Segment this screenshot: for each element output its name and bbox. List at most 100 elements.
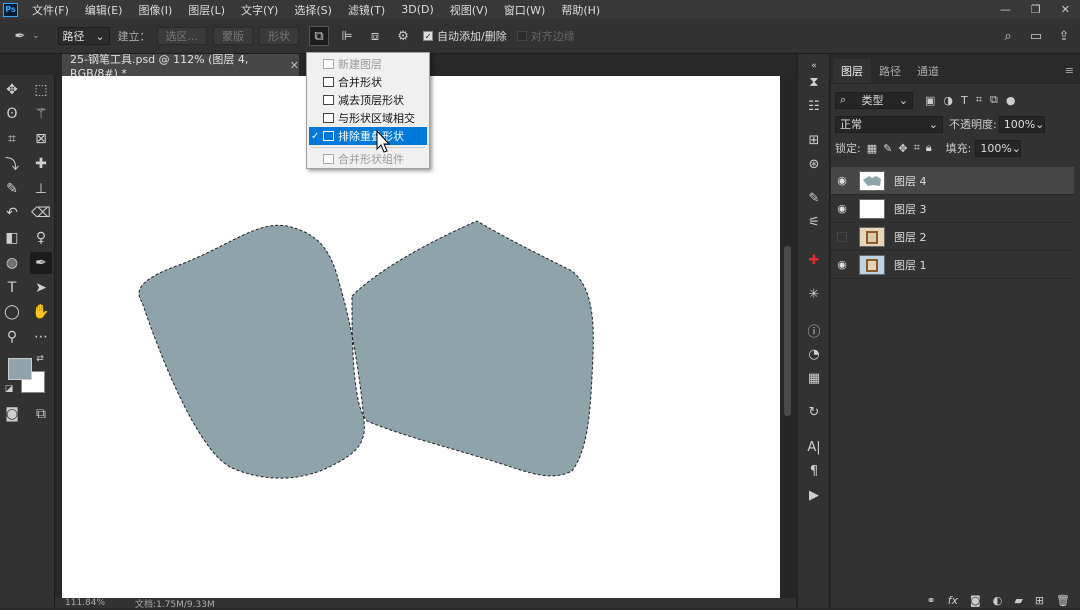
menu-item-intersect-shape-areas[interactable]: 与形状区域相交 [307,109,429,127]
menu-item-merge-shape-components[interactable]: 合并形状组件 [307,150,429,168]
eraser-tool-icon[interactable]: ⌫ [30,202,52,224]
more-tools-icon[interactable]: ⋯ [30,326,52,348]
document-tab[interactable]: 25-钢笔工具.psd @ 112% (图层 4, RGB/8#) * ✕ [62,53,299,80]
hand-tool-icon[interactable]: ✋ [30,301,52,323]
swatches-panel-icon[interactable]: ▦ [803,368,825,388]
lock-artboard-icon[interactable]: ⌗ [914,141,920,155]
menu-item-combine-shapes[interactable]: 合并形状 [307,73,429,91]
chevron-down-icon[interactable]: ⌄ [32,31,40,41]
eye-icon[interactable]: ◉ [831,202,853,215]
color-panel-icon[interactable]: ◔ [803,344,825,364]
brush-panel-icon[interactable]: ✎ [803,188,825,208]
restore-icon[interactable]: ❐ [1031,3,1041,16]
zoom-level[interactable]: 111.84% [65,598,105,608]
move-tool-icon[interactable]: ✥ [1,79,23,101]
default-colors-icon[interactable]: ◪ [3,383,15,395]
opacity-input[interactable]: 100% ⌄ [998,115,1045,133]
workspace-icon[interactable]: ▭ [1026,26,1046,46]
crop-tool-icon[interactable]: ⌗ [1,128,23,150]
healing-brush-tool-icon[interactable]: ✚ [30,153,52,175]
eyedropper-tool-icon[interactable]: ⤵ [1,153,23,175]
menu-layer[interactable]: 图层(L) [180,2,233,18]
shape-filter-icon[interactable]: ⌗ [976,93,982,107]
ellipse-tool-icon[interactable]: ◯ [1,301,23,323]
zoom-tool-icon[interactable]: ⚲ [1,326,23,348]
quick-mask-icon[interactable]: ◙ [1,403,23,425]
smart-object-filter-icon[interactable]: ⧉ [990,93,998,107]
adjustments-panel-icon[interactable]: ⊞ [803,130,825,150]
eye-icon[interactable]: ◉ [831,258,853,271]
blend-mode-select[interactable]: 正常 ⌄ [835,115,943,133]
menu-type[interactable]: 文字(Y) [233,2,286,18]
pen-tool-preset-icon[interactable]: ✒ [10,26,30,46]
blur-tool-icon[interactable]: ◍ [1,252,23,274]
add-mask-icon[interactable]: ◙ [970,594,981,607]
panel-menu-icon[interactable]: ≡ [1065,64,1074,77]
pixel-filter-icon[interactable]: ▣ [925,94,935,107]
timeline-panel-icon[interactable]: ↻ [803,402,825,422]
visibility-toggle-off[interactable] [837,231,847,242]
search-icon[interactable]: ⌕ [998,26,1018,46]
tab-layers[interactable]: 图层 [833,59,871,83]
new-layer-icon[interactable]: ⊞ [1035,594,1044,607]
selection-button[interactable]: 选区... [156,27,208,45]
menu-item-new-layer[interactable]: 新建图层 [307,55,429,73]
adjustment-filter-icon[interactable]: ◑ [943,94,953,107]
link-layers-icon[interactable]: ⚭ [926,594,935,607]
menu-3d[interactable]: 3D(D) [393,3,442,16]
layer-style-icon[interactable]: fx [948,594,958,607]
gear-icon[interactable]: ⚙ [393,26,413,46]
actions-play-icon[interactable]: ▶ [803,485,825,505]
align-edges-checkbox[interactable] [516,31,527,41]
eye-icon[interactable]: ◉ [831,174,853,187]
type-tool-icon[interactable]: T [1,277,23,299]
layer-filter-select[interactable]: ⌕ 类型 ⌄ [835,91,913,109]
close-window-icon[interactable]: ✕ [1061,3,1070,16]
tab-paths[interactable]: 路径 [871,59,909,83]
menu-item-exclude-overlapping-shapes[interactable]: ✓ 排除重叠形状 [309,127,427,145]
swap-colors-icon[interactable]: ⇄ [34,353,46,365]
path-selection-tool-icon[interactable]: ➤ [30,277,52,299]
path-operations-icon[interactable]: ⧉ [309,26,330,46]
lock-image-icon[interactable]: ✎ [883,142,892,155]
new-group-icon[interactable]: ▰ [1014,594,1022,607]
adjustment-layer-icon[interactable]: ◐ [993,594,1003,607]
menu-help[interactable]: 帮助(H) [553,2,608,18]
lock-all-icon[interactable]: 🔒︎ [926,141,932,155]
brush-tool-icon[interactable]: ✎ [1,178,23,200]
type-filter-icon[interactable]: T [961,94,968,107]
menu-file[interactable]: 文件(F) [24,2,77,18]
menu-window[interactable]: 窗口(W) [496,2,553,18]
lock-transparent-icon[interactable]: ▦ [867,142,877,155]
auto-add-delete-checkbox[interactable]: ✓ [423,31,434,41]
layer-row[interactable]: ◉ 图层 3 [831,195,1074,223]
close-tab-icon[interactable]: ✕ [290,59,299,72]
path-arrangement-icon[interactable]: ⧈ [365,26,385,46]
layer-row[interactable]: ◉ 图层 4 [831,167,1074,195]
magic-wand-tool-icon[interactable]: ⚚ [30,103,52,125]
lock-position-icon[interactable]: ✥ [898,142,907,155]
menu-filter[interactable]: 滤镜(T) [340,2,393,18]
pen-tool-icon[interactable]: ✒ [30,252,52,274]
menu-select[interactable]: 选择(S) [286,2,340,18]
gradient-tool-icon[interactable]: ◧ [1,227,23,249]
share-icon[interactable]: ⇪ [1054,26,1074,46]
brush-settings-icon[interactable]: ⚟ [803,212,825,232]
character-panel-icon[interactable]: A| [803,437,825,457]
lasso-tool-icon[interactable]: ʘ [1,103,23,125]
fill-input[interactable]: 100% ⌄ [975,139,1022,157]
menu-image[interactable]: 图像(I) [130,2,180,18]
layer-row[interactable]: ◉ 图层 1 [831,251,1074,279]
navigator-panel-icon[interactable]: ⊛ [803,154,825,174]
history-brush-tool-icon[interactable]: ↶ [1,202,23,224]
menu-view[interactable]: 视图(V) [442,2,496,18]
properties-panel-icon[interactable]: ☷ [803,96,825,116]
plugin-panel-icon[interactable]: ✚ [803,250,825,270]
screen-mode-icon[interactable]: ⧉ [30,403,52,425]
trash-icon[interactable]: 🗑︎ [1056,594,1070,607]
info-icon[interactable]: ⓘ [803,320,825,340]
menu-edit[interactable]: 编辑(E) [77,2,131,18]
spark-panel-icon[interactable]: ✳ [803,284,825,304]
menu-item-subtract-front-shape[interactable]: 减去顶层形状 [307,91,429,109]
stamp-tool-icon[interactable]: ⊥ [30,178,52,200]
